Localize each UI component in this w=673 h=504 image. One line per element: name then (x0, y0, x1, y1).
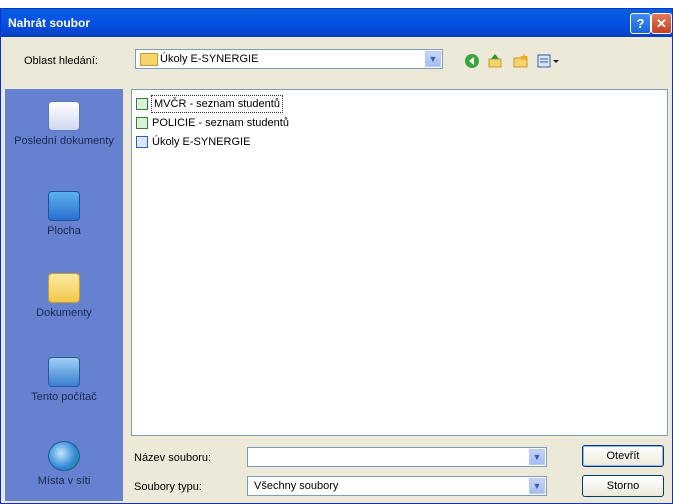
place-label: Tento počítač (31, 391, 97, 403)
place-label: Dokumenty (36, 307, 92, 319)
place-recent-documents[interactable]: Poslední dokumenty (5, 101, 123, 148)
place-label: Místa v síti (37, 475, 91, 487)
lookin-value: Úkoly E-SYNERGIE (160, 53, 259, 65)
open-button[interactable]: Otevřít (582, 445, 664, 467)
excel-file-icon (136, 98, 148, 110)
new-folder-icon[interactable] (513, 53, 529, 69)
file-list[interactable]: MVČR - seznam studentů POLICIE - seznam … (131, 89, 668, 436)
cancel-button[interactable]: Storno (582, 475, 664, 497)
help-button[interactable]: ? (630, 13, 651, 34)
place-documents[interactable]: Dokumenty (5, 273, 123, 320)
filetype-value: Všechny soubory (254, 480, 339, 492)
place-network[interactable]: Místa v síti (5, 441, 123, 488)
lookin-combobox[interactable]: Úkoly E-SYNERGIE ▼ (135, 49, 443, 69)
view-menu-icon[interactable] (537, 53, 561, 69)
file-open-dialog: Nahrát soubor ? ✕ Oblast hledání: Úkoly … (0, 8, 673, 504)
filename-label: Název souboru: (134, 452, 212, 464)
file-name: POLICIE - seznam studentů (152, 117, 289, 129)
dialog-title: Nahrát soubor (8, 16, 91, 30)
lookin-label: Oblast hledání: (24, 55, 98, 67)
desktop-icon (48, 191, 80, 221)
chevron-down-icon[interactable]: ▼ (425, 51, 441, 67)
title-bar[interactable]: Nahrát soubor ? ✕ (1, 9, 672, 37)
word-file-icon (136, 136, 148, 148)
close-button[interactable]: ✕ (651, 13, 672, 34)
place-label: Plocha (47, 225, 81, 237)
folder-icon (140, 53, 158, 66)
place-label: Poslední dokumenty (14, 135, 114, 147)
place-desktop[interactable]: Plocha (5, 191, 123, 238)
filetype-label: Soubory typu: (134, 481, 202, 493)
file-name: MVČR - seznam studentů (151, 95, 283, 113)
network-icon (48, 441, 80, 471)
up-folder-icon[interactable] (487, 53, 503, 69)
places-bar: Poslední dokumenty Plocha Dokumenty Tent… (5, 89, 123, 501)
chevron-down-icon[interactable]: ▼ (529, 478, 545, 494)
filetype-select[interactable]: Všechny soubory ▼ (247, 476, 547, 496)
excel-file-icon (136, 117, 148, 129)
computer-icon (48, 357, 80, 387)
chevron-down-icon[interactable]: ▼ (529, 449, 545, 465)
filename-input[interactable]: ▼ (247, 447, 547, 467)
recent-documents-icon (48, 101, 80, 131)
file-name: Úkoly E-SYNERGIE (152, 136, 251, 148)
place-computer[interactable]: Tento počítač (5, 357, 123, 404)
back-icon[interactable] (464, 53, 480, 69)
documents-icon (48, 273, 80, 303)
